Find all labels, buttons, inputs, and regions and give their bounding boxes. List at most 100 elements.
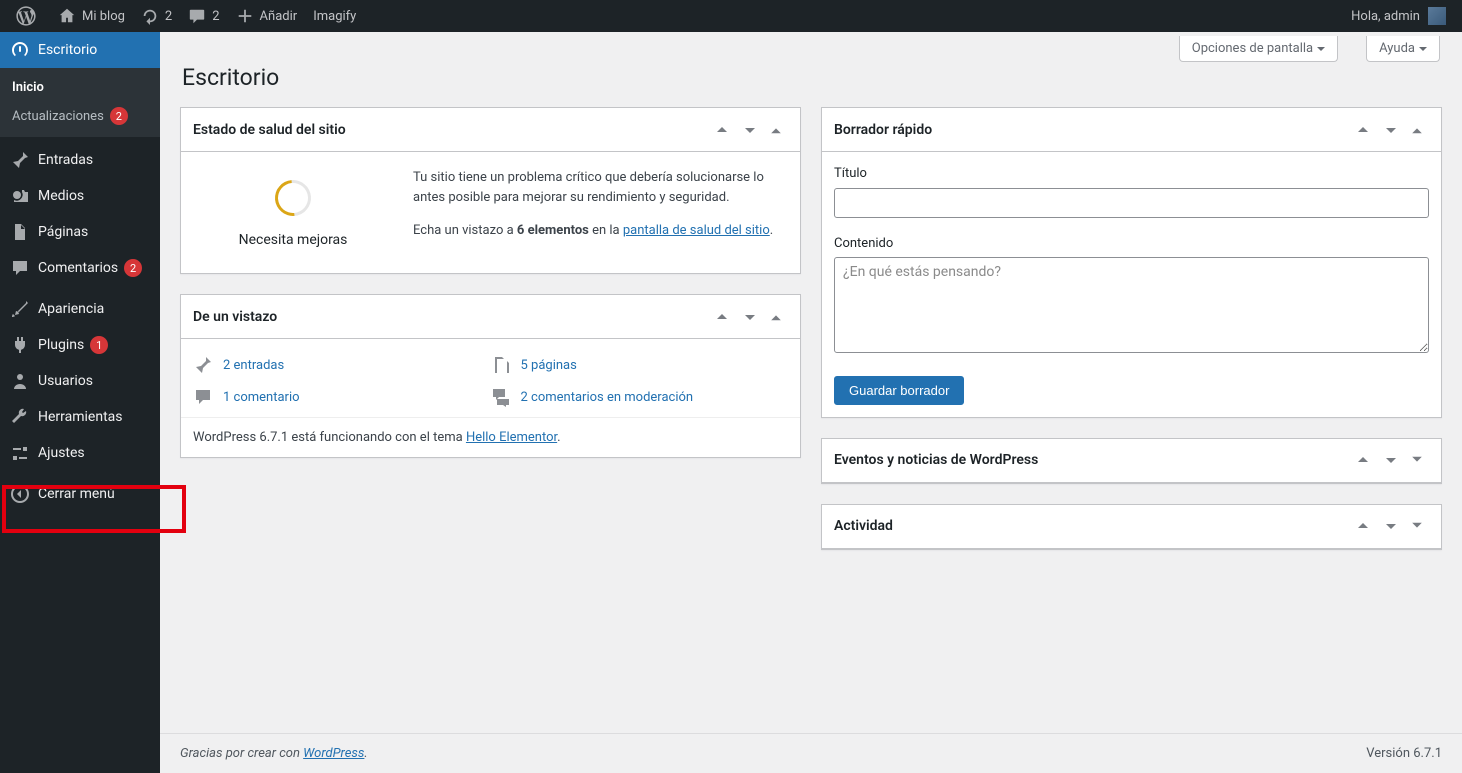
home-icon [58, 7, 76, 25]
glance-footer: WordPress 6.7.1 está funcionando con el … [181, 417, 800, 457]
site-health-box: Estado de salud del sitio Necesita mejor… [180, 107, 801, 274]
move-up-icon[interactable] [1349, 516, 1377, 536]
menu-collapse[interactable]: Cerrar menú [0, 476, 160, 512]
theme-link[interactable]: Hello Elementor [466, 430, 557, 445]
page-icon [10, 222, 30, 242]
plus-icon [236, 7, 254, 25]
move-down-icon[interactable] [1377, 516, 1405, 536]
comment-icon [10, 258, 30, 278]
comment-icon [193, 387, 213, 407]
screen-options-tab[interactable]: Opciones de pantalla [1179, 36, 1338, 62]
menu-dashboard[interactable]: Escritorio [0, 32, 160, 68]
updates-item[interactable]: 2 [133, 0, 180, 32]
events-news-header: Eventos y noticias de WordPress [822, 439, 1441, 483]
avatar [1428, 7, 1446, 25]
submenu-updates[interactable]: Actualizaciones 2 [0, 101, 160, 131]
imagify-item[interactable]: Imagify [305, 0, 364, 32]
wp-logo[interactable] [8, 0, 50, 32]
comment-icon [188, 7, 206, 25]
health-gauge-label: Necesita mejoras [193, 230, 393, 251]
submenu-dashboard: Inicio Actualizaciones 2 [0, 68, 160, 137]
menu-users[interactable]: Usuarios [0, 363, 160, 399]
move-up-icon[interactable] [708, 120, 736, 140]
events-news-title: Eventos y noticias de WordPress [834, 452, 1349, 468]
site-health-title: Estado de salud del sitio [193, 122, 708, 138]
quick-draft-header: Borrador rápido [822, 108, 1441, 152]
menu-media[interactable]: Medios [0, 178, 160, 214]
at-a-glance-header: De un vistazo [181, 295, 800, 339]
move-down-icon[interactable] [736, 120, 764, 140]
chevron-down-icon [1317, 47, 1325, 55]
toggle-down-icon[interactable] [1405, 518, 1429, 534]
toggle-up-icon[interactable] [764, 309, 788, 325]
toggle-up-icon[interactable] [764, 122, 788, 138]
glance-pending: 2 comentarios en moderación [491, 381, 789, 413]
menu-dashboard-label: Escritorio [38, 42, 97, 58]
updates-badge: 2 [110, 107, 128, 125]
toggle-down-icon[interactable] [1405, 452, 1429, 468]
move-down-icon[interactable] [1377, 120, 1405, 140]
wordpress-link[interactable]: WordPress [303, 746, 364, 761]
site-health-header: Estado de salud del sitio [181, 108, 800, 152]
glance-comment-link[interactable]: 1 comentario [223, 390, 300, 405]
pin-icon [193, 355, 213, 375]
updates-count: 2 [165, 9, 172, 24]
help-tab[interactable]: Ayuda [1366, 36, 1440, 62]
glance-posts-link[interactable]: 2 entradas [223, 358, 284, 373]
move-up-icon[interactable] [708, 307, 736, 327]
activity-box: Actividad [821, 504, 1442, 550]
dashboard-icon [10, 40, 30, 60]
menu-settings[interactable]: Ajustes [0, 435, 160, 471]
version-label: Versión 6.7.1 [1366, 746, 1442, 761]
site-name[interactable]: Mi blog [50, 0, 133, 32]
brush-icon [10, 299, 30, 319]
save-draft-button[interactable]: Guardar borrador [834, 376, 964, 405]
quick-draft-title: Borrador rápido [834, 122, 1349, 138]
menu-comments[interactable]: Comentarios 2 [0, 250, 160, 286]
admin-menu: Escritorio Inicio Actualizaciones 2 Entr… [0, 32, 160, 773]
page-icon [491, 355, 511, 375]
pin-icon [10, 150, 30, 170]
submenu-home[interactable]: Inicio [0, 74, 160, 101]
glance-pages-link[interactable]: 5 páginas [521, 358, 577, 373]
activity-title: Actividad [834, 518, 1349, 534]
my-account[interactable]: Hola, admin [1343, 0, 1454, 32]
user-icon [10, 371, 30, 391]
add-new-label: Añadir [260, 9, 298, 24]
glance-comment: 1 comentario [193, 381, 491, 413]
health-text-2: Echa un vistazo a 6 elementos en la pant… [413, 221, 780, 241]
glance-pending-link[interactable]: 2 comentarios en moderación [521, 390, 694, 405]
menu-appearance[interactable]: Apariencia [0, 291, 160, 327]
imagify-label: Imagify [313, 9, 356, 24]
comments-badge: 2 [124, 259, 142, 277]
menu-tools[interactable]: Herramientas [0, 399, 160, 435]
content-area: Opciones de pantalla Ayuda Escritorio Es… [160, 32, 1462, 773]
plugins-badge: 1 [90, 336, 108, 354]
site-health-link[interactable]: pantalla de salud del sitio [623, 223, 770, 238]
comments-item[interactable]: 2 [180, 0, 227, 32]
menu-posts[interactable]: Entradas [0, 142, 160, 178]
move-down-icon[interactable] [736, 307, 764, 327]
wrench-icon [10, 407, 30, 427]
screen-meta: Opciones de pantalla Ayuda [180, 32, 1462, 62]
qd-title-input[interactable] [834, 188, 1429, 218]
add-new-item[interactable]: Añadir [228, 0, 306, 32]
menu-pages[interactable]: Páginas [0, 214, 160, 250]
move-up-icon[interactable] [1349, 120, 1377, 140]
health-gauge-icon [268, 173, 319, 224]
qd-content-textarea[interactable] [834, 257, 1429, 353]
move-up-icon[interactable] [1349, 450, 1377, 470]
glance-posts: 2 entradas [193, 349, 491, 381]
site-name-label: Mi blog [82, 9, 125, 24]
admin-toolbar: Mi blog 2 2 Añadir Imagify Hola, admin [0, 0, 1462, 32]
at-a-glance-box: De un vistazo 2 entradas 5 páginas [180, 294, 801, 458]
toggle-up-icon[interactable] [1405, 122, 1429, 138]
move-down-icon[interactable] [1377, 450, 1405, 470]
glance-pages: 5 páginas [491, 349, 789, 381]
menu-plugins[interactable]: Plugins 1 [0, 327, 160, 363]
activity-header: Actividad [822, 505, 1441, 549]
quick-draft-box: Borrador rápido Título Contenido Guardar… [821, 107, 1442, 418]
comments-icon [491, 387, 511, 407]
update-icon [141, 7, 159, 25]
chevron-down-icon [1419, 47, 1427, 55]
